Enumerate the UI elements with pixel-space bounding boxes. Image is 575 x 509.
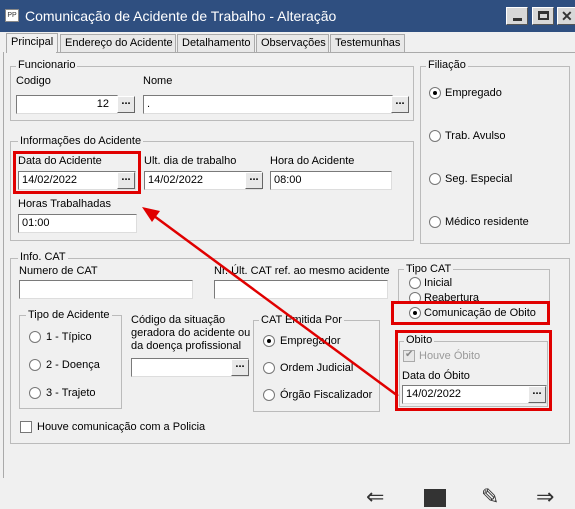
edit-document-icon[interactable]: ✎ <box>481 486 499 508</box>
arrow-right-icon[interactable]: ⇒ <box>536 486 554 508</box>
arrow-left-icon[interactable]: ⇐ <box>366 486 384 508</box>
annotation-arrow <box>142 207 399 398</box>
save-icon[interactable] <box>424 489 446 507</box>
